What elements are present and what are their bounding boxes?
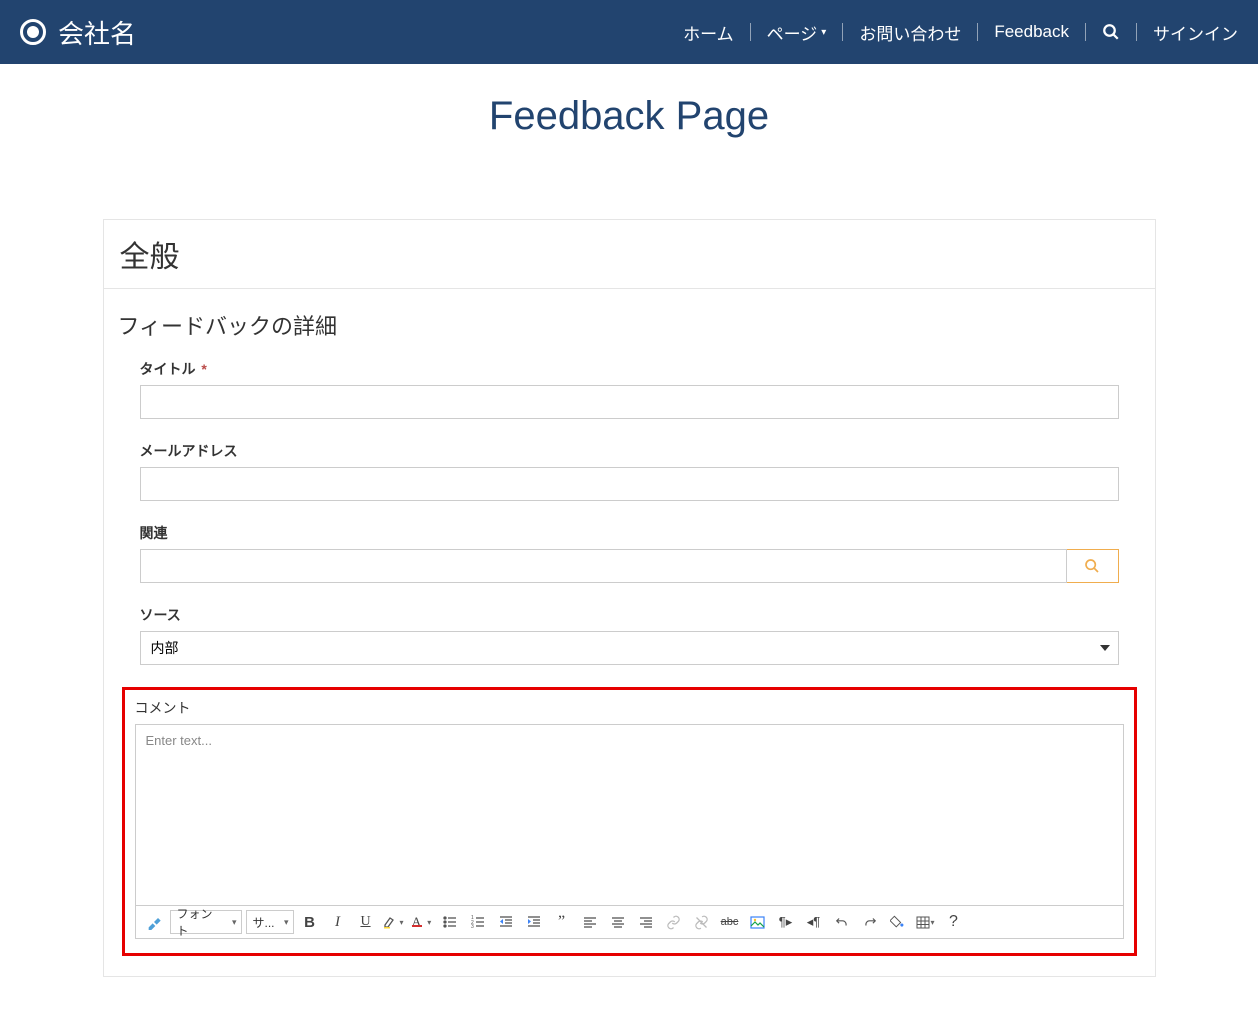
bullet-list-button[interactable] [438, 910, 462, 934]
field-email: メールアドレス [140, 441, 1119, 501]
source-select[interactable]: 内部 [140, 631, 1119, 665]
field-related: 関連 [140, 523, 1119, 583]
bold-button[interactable]: B [298, 910, 322, 934]
nav-search[interactable] [1102, 23, 1120, 41]
editor-toolbar: フォント サ... B I U ▾ A▾ [136, 905, 1123, 938]
required-marker: * [201, 361, 206, 377]
field-source: ソース 内部 [140, 605, 1119, 665]
strikethrough-button[interactable]: abc [718, 910, 742, 934]
table-button[interactable]: ▾ [914, 910, 938, 934]
font-color-button[interactable]: A▾ [410, 910, 434, 934]
quote-button[interactable]: ” [550, 910, 574, 934]
top-nav: 会社名 ホーム ページ ▾ お問い合わせ Feedback サインイン [0, 0, 1258, 64]
search-icon [1084, 558, 1100, 574]
image-button[interactable] [746, 910, 770, 934]
nav-menu: ホーム ページ ▾ お問い合わせ Feedback サインイン [683, 20, 1238, 45]
underline-button[interactable]: U [354, 910, 378, 934]
cleaner-icon[interactable] [142, 910, 166, 934]
page-title: Feedback Page [0, 94, 1258, 139]
nav-home[interactable]: ホーム [683, 20, 734, 45]
title-label: タイトル * [140, 359, 1119, 379]
nav-separator [750, 23, 751, 41]
source-label: ソース [140, 605, 1119, 625]
field-title: タイトル * [140, 359, 1119, 419]
email-label: メールアドレス [140, 441, 1119, 461]
unlink-button[interactable] [690, 910, 714, 934]
nav-feedback[interactable]: Feedback [994, 22, 1069, 42]
email-input[interactable] [140, 467, 1119, 501]
feedback-panel: 全般 フィードバックの詳細 タイトル * メールアドレス 関連 [103, 219, 1156, 977]
ltr-button[interactable]: ¶▸ [774, 910, 798, 934]
help-button[interactable]: ? [942, 910, 966, 934]
italic-button[interactable]: I [326, 910, 350, 934]
rich-text-editor: Enter text... フォント サ... B I U ▾ [135, 724, 1124, 939]
related-label: 関連 [140, 523, 1119, 543]
highlight-button[interactable]: ▾ [382, 910, 406, 934]
related-input[interactable] [140, 549, 1067, 583]
nav-pages[interactable]: ページ ▾ [767, 20, 827, 45]
nav-separator [1085, 23, 1086, 41]
align-center-button[interactable] [606, 910, 630, 934]
font-family-select[interactable]: フォント [170, 910, 242, 934]
indent-button[interactable] [522, 910, 546, 934]
outdent-button[interactable] [494, 910, 518, 934]
comment-label: コメント [135, 698, 1124, 718]
related-lookup-button[interactable] [1067, 549, 1119, 583]
nav-signin[interactable]: サインイン [1153, 20, 1238, 45]
font-size-select[interactable]: サ... [246, 910, 294, 934]
panel-body: フィードバックの詳細 タイトル * メールアドレス 関連 [104, 289, 1155, 976]
field-comment: コメント Enter text... フォント サ... B I U [135, 698, 1124, 939]
caret-down-icon: ▾ [821, 27, 826, 38]
section-title: フィードバックの詳細 [118, 309, 1141, 341]
nav-contact[interactable]: お問い合わせ [859, 20, 961, 45]
main-container: 全般 フィードバックの詳細 タイトル * メールアドレス 関連 [87, 219, 1172, 977]
nav-separator [1136, 23, 1137, 41]
rtl-button[interactable]: ◂¶ [802, 910, 826, 934]
align-right-button[interactable] [634, 910, 658, 934]
comment-highlight: コメント Enter text... フォント サ... B I U [122, 687, 1137, 956]
nav-separator [842, 23, 843, 41]
svg-text:3: 3 [471, 924, 474, 929]
search-icon [1102, 23, 1120, 41]
title-input[interactable] [140, 385, 1119, 419]
undo-button[interactable] [830, 910, 854, 934]
paint-bucket-button[interactable] [886, 910, 910, 934]
align-left-button[interactable] [578, 910, 602, 934]
nav-separator [977, 23, 978, 41]
editor-content[interactable]: Enter text... [136, 725, 1123, 905]
brand-logo-icon [20, 19, 46, 45]
link-button[interactable] [662, 910, 686, 934]
number-list-button[interactable]: 123 [466, 910, 490, 934]
brand-name: 会社名 [58, 14, 136, 51]
brand-link[interactable]: 会社名 [20, 14, 136, 51]
redo-button[interactable] [858, 910, 882, 934]
panel-heading: 全般 [104, 220, 1155, 289]
